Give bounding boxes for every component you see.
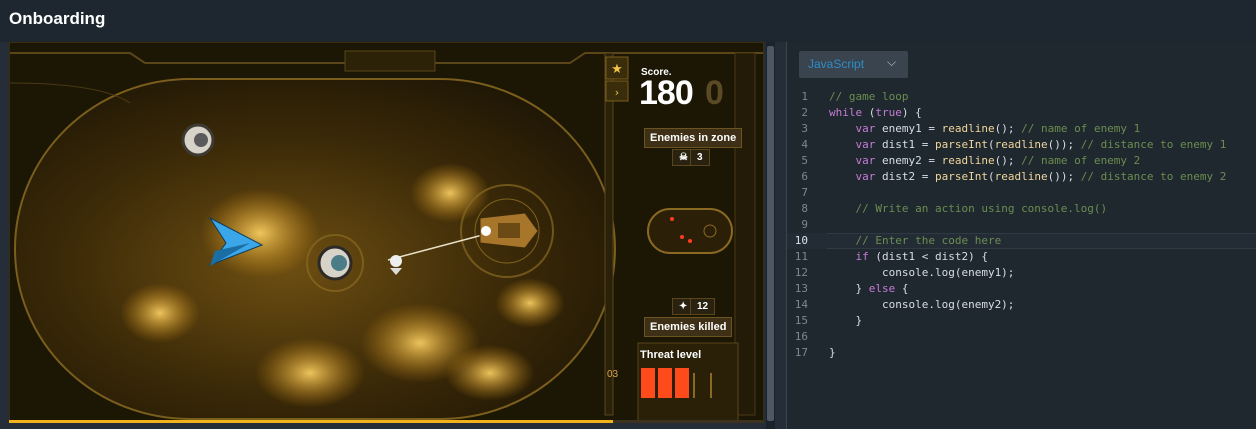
line-number: 15: [794, 314, 808, 327]
code-text[interactable]: if (dist1 < dist2) {: [829, 249, 988, 265]
chevron-down-icon: ⌵: [887, 55, 897, 69]
line-number: 6: [801, 170, 808, 183]
code-text[interactable]: var enemy1 = readline(); // name of enem…: [829, 121, 1141, 137]
language-label: JavaScript: [808, 57, 865, 71]
code-line[interactable]: 14 console.log(enemy2);: [787, 297, 1256, 313]
code-line[interactable]: 7: [787, 185, 1256, 201]
enemies-in-zone-count: 3: [690, 149, 710, 166]
code-text[interactable]: var dist2 = parseInt(readline()); // dis…: [829, 169, 1227, 185]
enemy-robot-icon: [181, 123, 215, 157]
code-line[interactable]: 16: [787, 329, 1256, 345]
line-number: 14: [794, 298, 808, 311]
code-text[interactable]: var dist1 = parseInt(readline()); // dis…: [829, 137, 1227, 153]
enemy-robot-icon: [317, 245, 353, 281]
code-text[interactable]: while (true) {: [829, 105, 922, 121]
code-line[interactable]: 2 while (true) {: [787, 105, 1256, 121]
code-text[interactable]: // Write an action using console.log(): [829, 201, 1108, 217]
threat-level-label: Threat level: [640, 349, 702, 361]
svg-text:›: ›: [615, 86, 619, 99]
code-text[interactable]: }: [829, 345, 836, 361]
line-number: 5: [801, 154, 808, 167]
code-line[interactable]: 4 var dist1 = parseInt(readline()); // d…: [787, 137, 1256, 153]
game-viewport[interactable]: ★ › Score. 180 0 Enemies in zone ☠ 3 ✦ 1…: [9, 42, 764, 422]
code-line[interactable]: 8 // Write an action using console.log(): [787, 201, 1256, 217]
code-text[interactable]: console.log(enemy1);: [829, 265, 1014, 281]
line-number: 8: [801, 202, 808, 215]
line-number: 13: [794, 282, 808, 295]
code-line[interactable]: 13 } else {: [787, 281, 1256, 297]
code-text[interactable]: }: [829, 313, 862, 329]
line-number: 2: [801, 106, 808, 119]
line-number: 11: [794, 250, 808, 263]
enemies-killed-label: Enemies killed: [644, 317, 733, 337]
replay-progress-bar[interactable]: [9, 420, 764, 423]
code-text[interactable]: } else {: [829, 281, 908, 297]
threat-level-value: 03: [607, 369, 619, 380]
replay-progress-fill: [9, 420, 613, 423]
code-lines[interactable]: 1// game loop 2 while (true) {3 var enemy1…: [787, 89, 1256, 361]
line-number: 17: [794, 346, 808, 359]
code-line[interactable]: 6 var dist2 = parseInt(readline()); // d…: [787, 169, 1256, 185]
code-line[interactable]: 5 var enemy2 = readline(); // name of en…: [787, 153, 1256, 169]
code-line[interactable]: 9: [787, 217, 1256, 233]
code-line[interactable]: 10 // Enter the code here: [787, 233, 1256, 249]
line-number: 12: [794, 266, 808, 279]
line-number: 9: [801, 218, 808, 231]
line-number: 1: [801, 90, 808, 103]
code-line[interactable]: 11 if (dist1 < dist2) {: [787, 249, 1256, 265]
line-number: 10: [794, 234, 808, 247]
header-bar: Onboarding: [0, 0, 1256, 42]
line-number: 4: [801, 138, 808, 151]
code-line[interactable]: 3 var enemy1 = readline(); // name of en…: [787, 121, 1256, 137]
code-text[interactable]: console.log(enemy2);: [829, 297, 1014, 313]
code-text[interactable]: var enemy2 = readline(); // name of enem…: [829, 153, 1141, 169]
score-ghost-digit: 0: [705, 74, 724, 112]
code-text[interactable]: // Enter the code here: [829, 233, 1002, 249]
code-line[interactable]: 1 // game loop: [787, 89, 1256, 105]
code-text[interactable]: // game loop: [829, 89, 908, 105]
line-number: 16: [794, 330, 808, 343]
code-line[interactable]: 12 console.log(enemy1);: [787, 265, 1256, 281]
code-editor[interactable]: JavaScript ⌵ 1 // game loop 2 while (true) …: [786, 42, 1256, 429]
line-number: 3: [801, 122, 808, 135]
line-number: 7: [801, 186, 808, 199]
language-dropdown[interactable]: JavaScript ⌵: [799, 51, 908, 78]
code-line[interactable]: 17}: [787, 345, 1256, 361]
radar-icon: [647, 208, 733, 254]
svg-text:★: ★: [611, 62, 623, 77]
score-value: 180: [639, 74, 694, 112]
enemies-in-zone-label: Enemies in zone: [644, 128, 743, 148]
vertical-scrollbar[interactable]: [766, 42, 775, 429]
enemies-killed-count: 12: [690, 298, 716, 315]
player-ship-icon: [479, 212, 539, 249]
page-title: Onboarding: [9, 9, 106, 28]
code-line[interactable]: 15 }: [787, 313, 1256, 329]
